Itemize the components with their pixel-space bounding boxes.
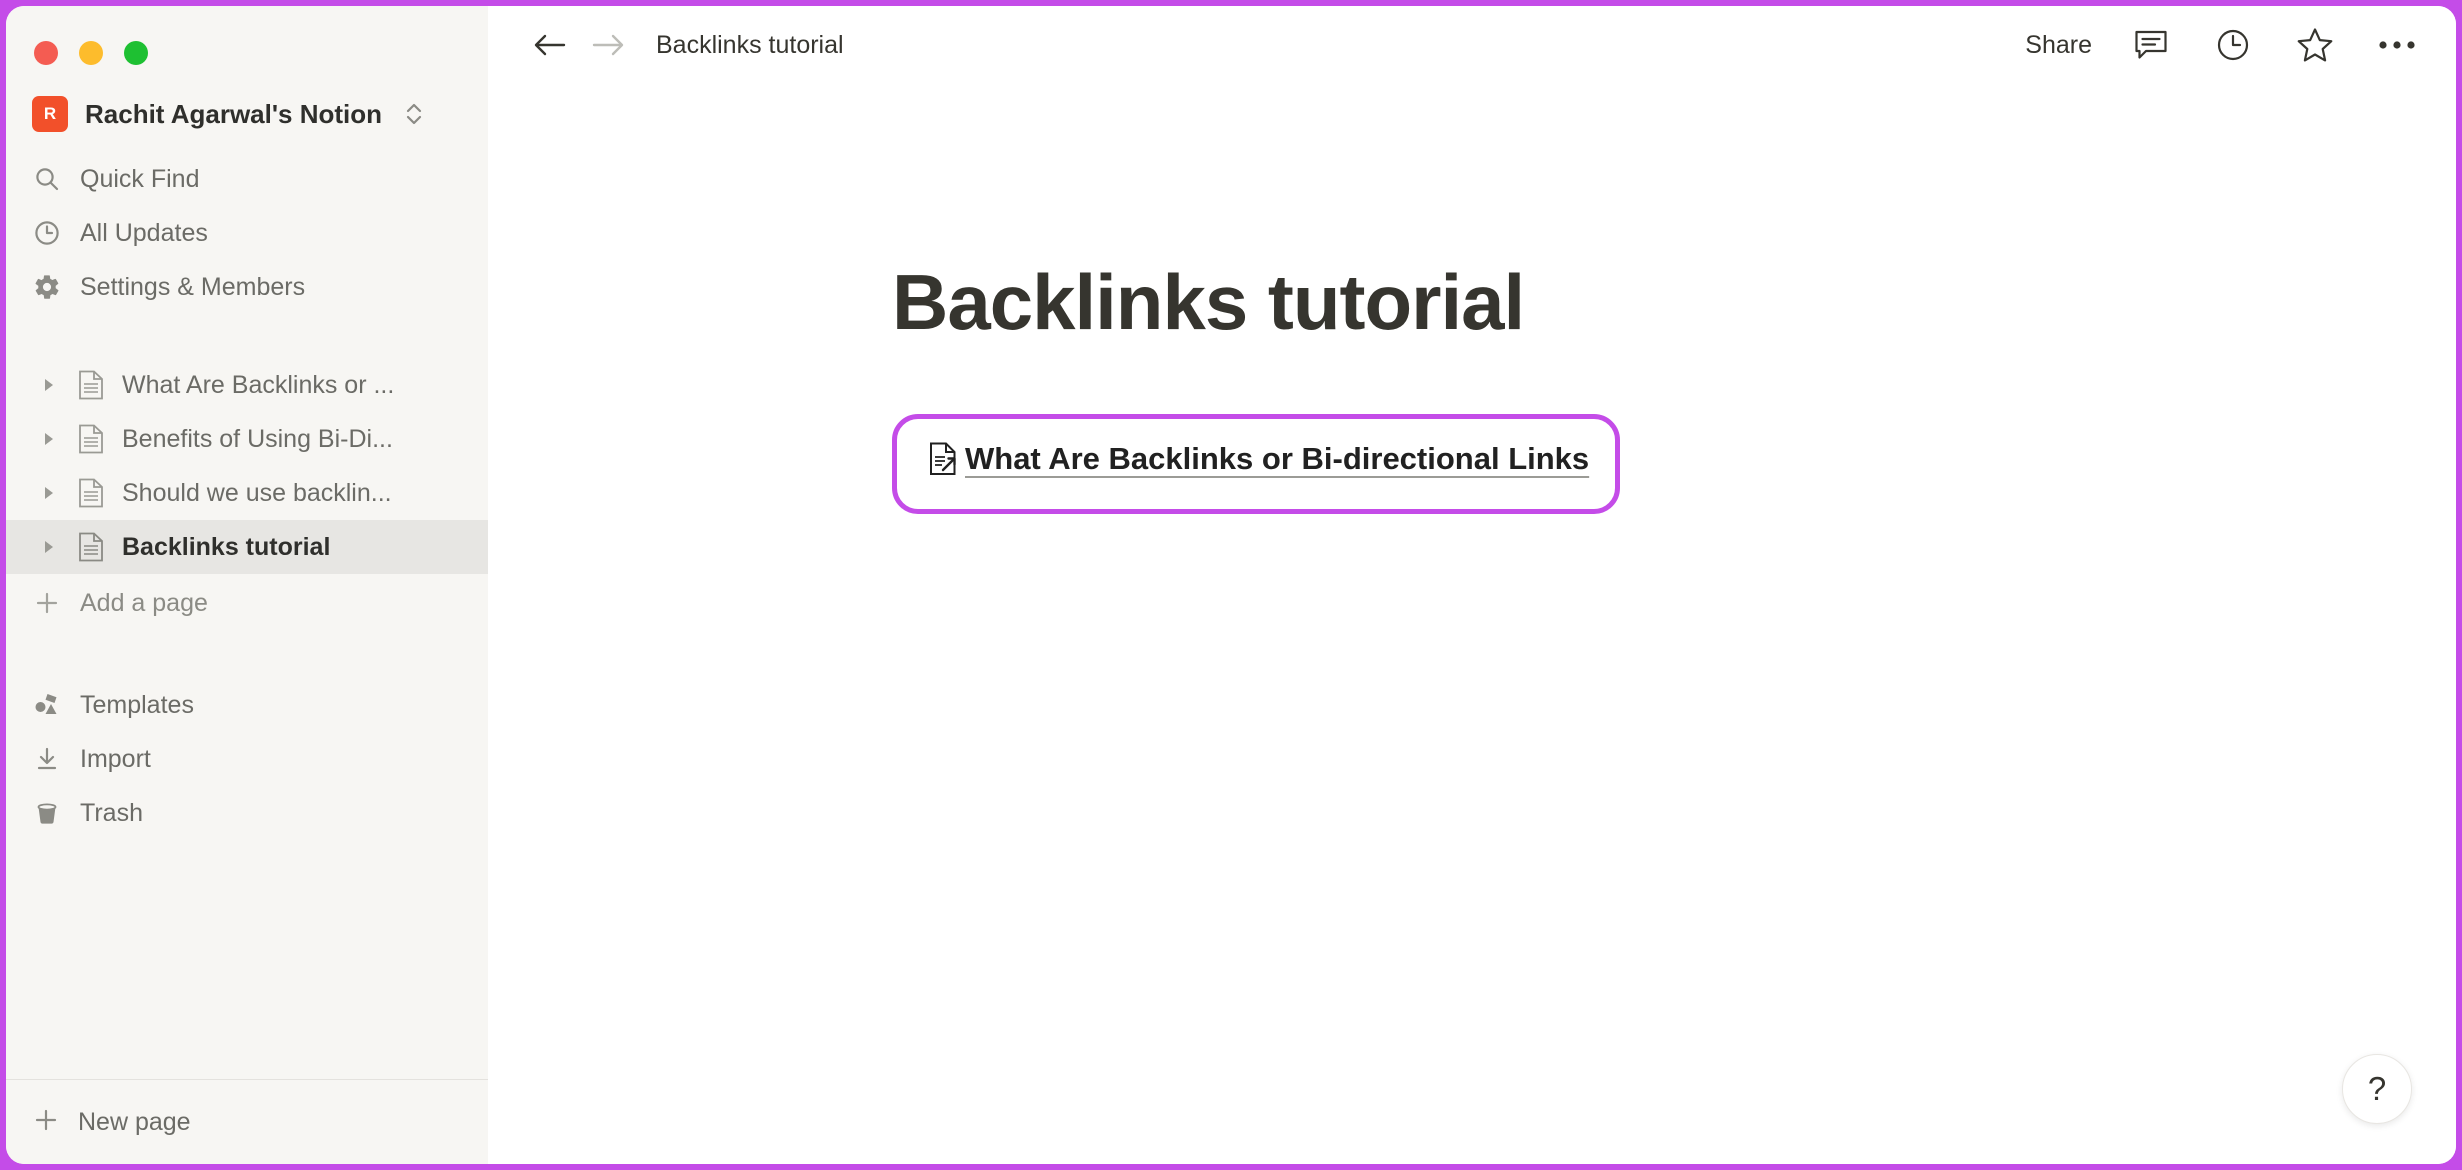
page-link[interactable]: What Are Backlinks or Bi-directional Lin… xyxy=(927,441,1589,477)
page-icon xyxy=(76,478,106,508)
new-page-button[interactable]: New page xyxy=(6,1080,488,1164)
import-icon xyxy=(32,744,62,774)
link-highlight-box: What Are Backlinks or Bi-directional Lin… xyxy=(892,413,1621,514)
sidebar-item-templates[interactable]: Templates xyxy=(6,678,488,732)
trash-icon xyxy=(32,798,62,828)
caret-right-icon[interactable] xyxy=(38,482,60,504)
page-icon xyxy=(76,370,106,400)
sidebar-item-import[interactable]: Import xyxy=(6,732,488,786)
window-traffic-lights xyxy=(6,6,488,68)
sidebar-item-label: Templates xyxy=(80,690,194,719)
page-link-text: What Are Backlinks or Bi-directional Lin… xyxy=(965,440,1590,476)
sidebar-page-item-selected[interactable]: Backlinks tutorial xyxy=(6,520,488,574)
workspace-avatar: R xyxy=(32,96,68,132)
add-a-page-label: Add a page xyxy=(80,588,208,617)
sidebar-page-label: Benefits of Using Bi-Di... xyxy=(122,424,393,453)
sidebar-page-item[interactable]: What Are Backlinks or ... xyxy=(6,358,488,412)
star-icon[interactable] xyxy=(2292,22,2338,68)
sidebar-item-label: Trash xyxy=(80,798,143,827)
caret-right-icon[interactable] xyxy=(38,428,60,450)
page-tree: What Are Backlinks or ... Benefits of Us… xyxy=(6,358,488,630)
sidebar-item-quick-find[interactable]: Quick Find xyxy=(6,152,488,206)
plus-icon xyxy=(32,1106,60,1139)
history-clock-icon[interactable] xyxy=(2210,22,2256,68)
ellipsis-icon[interactable] xyxy=(2374,22,2420,68)
comment-icon[interactable] xyxy=(2128,22,2174,68)
sidebar-item-all-updates[interactable]: All Updates xyxy=(6,206,488,260)
page-icon xyxy=(76,532,106,562)
sidebar-page-item[interactable]: Should we use backlin... xyxy=(6,466,488,520)
main-content: Backlinks tutorial Share Backlinks tutor… xyxy=(488,6,2456,1164)
add-a-page-button[interactable]: Add a page xyxy=(6,576,488,630)
top-bar: Backlinks tutorial Share xyxy=(488,6,2456,84)
navigation-arrows xyxy=(528,23,630,67)
plus-icon xyxy=(32,588,62,618)
minimize-window-button[interactable] xyxy=(79,40,103,65)
templates-icon xyxy=(32,690,62,720)
new-page-label: New page xyxy=(78,1107,191,1136)
page-external-link-icon xyxy=(927,441,961,477)
clock-icon xyxy=(32,218,62,248)
page-body: Backlinks tutorial What Are Backlinks or… xyxy=(488,84,2456,514)
sidebar-page-item[interactable]: Benefits of Using Bi-Di... xyxy=(6,412,488,466)
forward-button[interactable] xyxy=(586,23,630,67)
sidebar-item-label: Quick Find xyxy=(80,164,200,193)
search-icon xyxy=(32,164,62,194)
sidebar-page-label: What Are Backlinks or ... xyxy=(122,370,395,399)
sidebar: R Rachit Agarwal's Notion Quick Find All… xyxy=(6,6,488,1164)
sidebar-item-label: All Updates xyxy=(80,218,208,247)
sidebar-tools: Templates Import Trash xyxy=(6,678,488,840)
sidebar-item-settings-members[interactable]: Settings & Members xyxy=(6,260,488,314)
sidebar-page-label: Should we use backlin... xyxy=(122,478,392,507)
page-title[interactable]: Backlinks tutorial xyxy=(892,261,2052,344)
workspace-switcher[interactable]: R Rachit Agarwal's Notion xyxy=(6,86,488,142)
page-link-wrapper: What Are Backlinks or Bi-directional Lin… xyxy=(892,344,2052,514)
sidebar-item-label: Settings & Members xyxy=(80,272,306,301)
sidebar-item-trash[interactable]: Trash xyxy=(6,786,488,840)
share-button[interactable]: Share xyxy=(2025,31,2092,60)
sidebar-item-label: Import xyxy=(80,744,151,773)
chevron-up-down-icon xyxy=(403,101,425,127)
app-window: R Rachit Agarwal's Notion Quick Find All… xyxy=(6,6,2456,1164)
breadcrumb[interactable]: Backlinks tutorial xyxy=(656,31,844,60)
page-icon xyxy=(76,424,106,454)
maximize-window-button[interactable] xyxy=(124,40,148,65)
top-bar-actions: Share xyxy=(2025,22,2420,68)
workspace-name: Rachit Agarwal's Notion xyxy=(85,98,383,129)
back-button[interactable] xyxy=(528,23,572,67)
caret-right-icon[interactable] xyxy=(38,536,60,558)
caret-right-icon[interactable] xyxy=(38,374,60,396)
close-window-button[interactable] xyxy=(34,40,58,65)
gear-icon xyxy=(32,272,62,302)
help-button[interactable]: ? xyxy=(2342,1054,2412,1124)
sidebar-page-label: Backlinks tutorial xyxy=(122,532,331,561)
